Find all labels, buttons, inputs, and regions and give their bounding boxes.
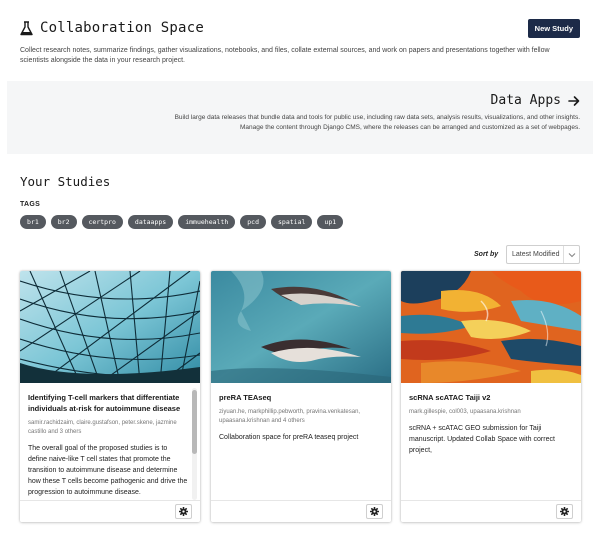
chevron-down-icon	[568, 252, 575, 257]
sort-select[interactable]: Latest Modified	[506, 245, 580, 264]
scrollbar-thumb[interactable]	[192, 390, 197, 454]
gear-icon	[179, 507, 188, 516]
arrow-right-icon	[568, 95, 580, 106]
study-image-glass-roof	[20, 271, 200, 383]
card-body: Identifying T-cell markers that differen…	[28, 392, 188, 500]
your-studies-heading: Your Studies	[20, 174, 111, 189]
tag-list: br1 br2 certpro dataapps immuehealth pcd…	[20, 215, 344, 229]
tag-br1[interactable]: br1	[20, 215, 46, 229]
card-authors: ziyuan.he, markphillip.pebworth, pravina…	[219, 409, 361, 424]
intro-text: Collect research notes, summarize findin…	[20, 47, 550, 64]
tag-immuehealth[interactable]: immuehealth	[178, 215, 236, 229]
data-apps-link[interactable]: Data Apps	[491, 93, 580, 108]
card-authors: mark.gillespie, col003, upaasana.krishna…	[409, 409, 521, 415]
tag-br2[interactable]: br2	[50, 215, 77, 229]
study-image-aerial-water	[211, 271, 391, 383]
data-apps-line-2: Manage the content through Django CMS, w…	[239, 123, 580, 131]
card-footer	[20, 500, 200, 522]
title-row: Collaboration Space New Study	[20, 16, 580, 40]
tag-dataapps[interactable]: dataapps	[127, 215, 174, 229]
sort-chevron[interactable]	[563, 246, 579, 263]
data-apps-line-1: Build large data releases that bundle da…	[174, 114, 580, 121]
card-body: preRA TEAseq ziyuan.he, markphillip.pebw…	[219, 392, 383, 443]
card-description: The overall goal of the proposed studies…	[28, 445, 188, 496]
data-apps-title: Data Apps	[490, 93, 561, 108]
card-body: scRNA scATAC Taiji v2 mark.gillespie, co…	[409, 392, 573, 456]
card-settings-button[interactable]	[366, 504, 383, 519]
study-image-abstract-paint	[401, 271, 581, 383]
title-group: Collaboration Space	[20, 20, 204, 36]
tag-spatial[interactable]: spatial	[271, 215, 313, 229]
gear-icon	[370, 507, 379, 516]
page-header: Collaboration Space New Study Collect re…	[20, 16, 580, 66]
card-settings-button[interactable]	[556, 504, 573, 519]
tag-pcd[interactable]: pcd	[240, 215, 267, 229]
page-title: Collaboration Space	[40, 20, 204, 36]
tag-certpro[interactable]: certpro	[81, 215, 123, 229]
tags-label: TAGS	[20, 201, 41, 208]
card-footer	[401, 500, 581, 522]
study-card-1[interactable]: Identifying T-cell markers that differen…	[20, 271, 200, 522]
card-description: Collaboration space for preRA teaseq pro…	[219, 434, 359, 441]
card-title[interactable]: Identifying T-cell markers that differen…	[28, 392, 188, 414]
sort-value: Latest Modified	[512, 251, 560, 258]
card-footer	[211, 500, 391, 522]
card-scrollbar[interactable]	[192, 388, 197, 500]
data-apps-banner[interactable]: Data Apps Build large data releases that…	[7, 81, 593, 154]
data-apps-description: Build large data releases that bundle da…	[130, 113, 580, 132]
gear-icon	[560, 507, 569, 516]
sort-label: Sort by	[474, 251, 499, 258]
study-card-3[interactable]: scRNA scATAC Taiji v2 mark.gillespie, co…	[401, 271, 581, 522]
card-title[interactable]: scRNA scATAC Taiji v2	[409, 392, 573, 403]
card-title[interactable]: preRA TEAseq	[219, 392, 383, 403]
tag-up1[interactable]: up1	[317, 215, 344, 229]
study-card-2[interactable]: preRA TEAseq ziyuan.he, markphillip.pebw…	[211, 271, 391, 522]
card-description: scRNA + scATAC GEO submission for Taiji …	[409, 425, 555, 454]
card-settings-button[interactable]	[175, 504, 192, 519]
new-study-button[interactable]: New Study	[527, 18, 580, 38]
flask-icon	[20, 20, 33, 35]
card-authors: samir.rachidzaim, claire.gustafson, pete…	[28, 420, 177, 435]
